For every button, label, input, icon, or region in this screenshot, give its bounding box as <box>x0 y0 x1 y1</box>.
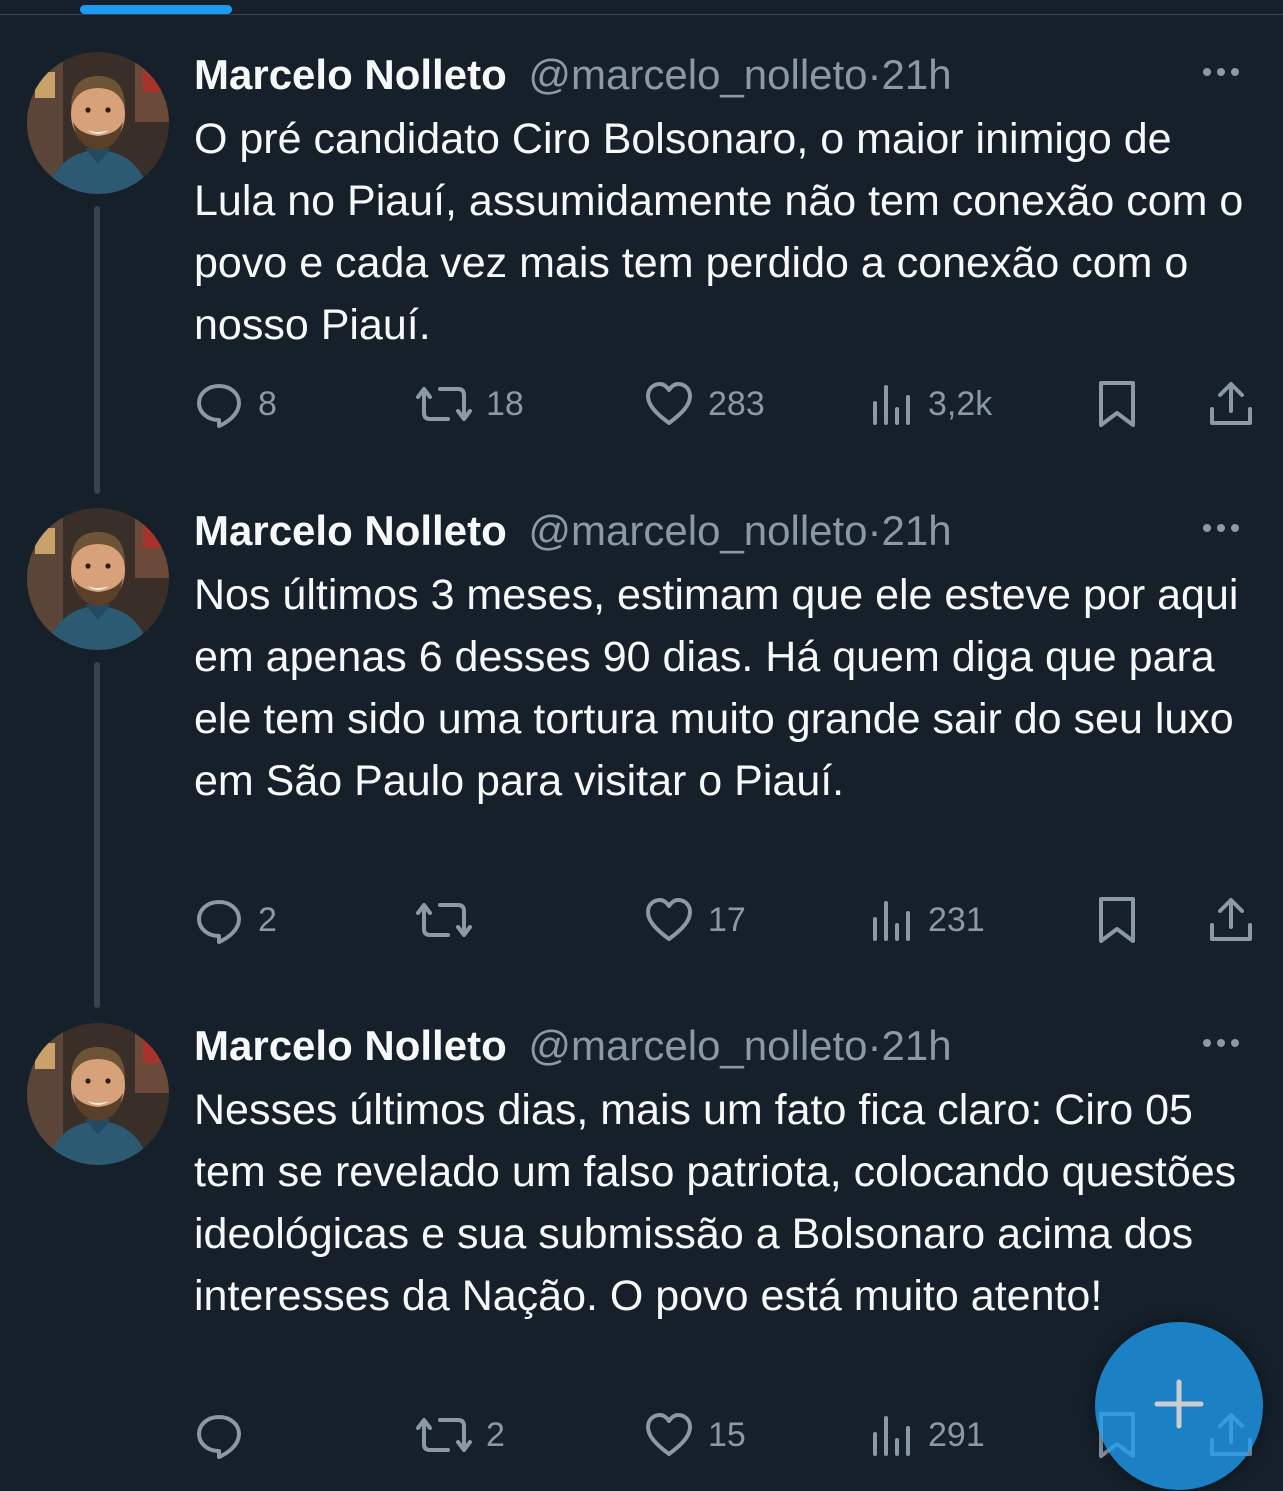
like-count: 17 <box>708 900 746 939</box>
retweet-arrows-icon <box>416 895 472 945</box>
author-name[interactable]: Marcelo Nolleto <box>194 507 507 554</box>
reply-button[interactable]: 2 <box>194 890 277 950</box>
bookmark-icon <box>1094 895 1140 945</box>
views-button[interactable]: 231 <box>870 890 985 950</box>
tweet-text: Nesses últimos dias, mais um fato fica c… <box>194 1086 1237 1320</box>
share-button[interactable] <box>1206 890 1256 950</box>
view-count: 3,2k <box>928 384 993 423</box>
more-dots-icon[interactable] <box>1197 504 1245 552</box>
author-handle[interactable]: @marcelo_nolleto <box>528 51 867 98</box>
retweet-button[interactable] <box>416 890 486 950</box>
speech-bubble-icon <box>194 895 244 945</box>
bar-chart-icon <box>870 895 914 945</box>
tweet-header: Marcelo Nolleto @marcelo_nolleto·21h <box>194 50 952 100</box>
like-button[interactable]: 283 <box>644 374 765 434</box>
like-button[interactable]: 15 <box>644 1405 746 1465</box>
plus-icon <box>1149 1374 1209 1439</box>
author-handle[interactable]: @marcelo_nolleto <box>528 507 867 554</box>
reply-button[interactable]: 8 <box>194 374 277 434</box>
avatar[interactable] <box>27 508 169 650</box>
bookmark-button[interactable] <box>1094 890 1140 950</box>
views-button[interactable]: 3,2k <box>870 374 992 434</box>
retweet-count: 2 <box>486 1415 505 1454</box>
more-dots-icon[interactable] <box>1197 1019 1245 1067</box>
share-upload-icon <box>1206 379 1256 429</box>
author-name[interactable]: Marcelo Nolleto <box>194 1022 507 1069</box>
view-count: 231 <box>928 900 985 939</box>
tab-active-indicator <box>80 5 232 14</box>
like-button[interactable]: 17 <box>644 890 746 950</box>
retweet-button[interactable]: 18 <box>416 374 524 434</box>
author-name[interactable]: Marcelo Nolleto <box>194 51 507 98</box>
tweet-text: Nos últimos 3 meses, estimam que ele est… <box>194 571 1239 805</box>
separator-dot: · <box>867 1022 882 1069</box>
heart-icon <box>644 1410 694 1460</box>
view-count: 291 <box>928 1415 985 1454</box>
share-button[interactable] <box>1206 374 1256 434</box>
tweet-text: O pré candidato Ciro Bolsonaro, o maior … <box>194 115 1244 349</box>
retweet-button[interactable]: 2 <box>416 1405 505 1465</box>
reply-count: 2 <box>258 900 277 939</box>
bar-chart-icon <box>870 1410 914 1460</box>
tweet-header: Marcelo Nolleto @marcelo_nolleto·21h <box>194 506 952 556</box>
separator-dot: · <box>867 507 882 554</box>
timestamp[interactable]: 21h <box>882 1022 952 1069</box>
retweet-arrows-icon <box>416 379 472 429</box>
compose-button[interactable] <box>1095 1322 1263 1490</box>
timestamp[interactable]: 21h <box>882 507 952 554</box>
tweet-actions: 2 17 231 <box>194 890 1264 950</box>
timestamp[interactable]: 21h <box>882 51 952 98</box>
more-dots-icon[interactable] <box>1197 48 1245 96</box>
thread-line <box>94 662 100 1008</box>
tweet-header: Marcelo Nolleto @marcelo_nolleto·21h <box>194 1021 952 1071</box>
tweet-actions: 8 18 283 3,2k <box>194 374 1264 434</box>
views-button[interactable]: 291 <box>870 1405 985 1465</box>
bar-chart-icon <box>870 379 914 429</box>
share-upload-icon <box>1206 895 1256 945</box>
bookmark-button[interactable] <box>1094 374 1140 434</box>
reply-count: 8 <box>258 384 277 423</box>
top-divider <box>0 14 1283 15</box>
avatar[interactable] <box>27 52 169 194</box>
reply-button[interactable] <box>194 1405 258 1465</box>
author-handle[interactable]: @marcelo_nolleto <box>528 1022 867 1069</box>
separator-dot: · <box>867 51 882 98</box>
like-count: 15 <box>708 1415 746 1454</box>
retweet-count: 18 <box>486 384 524 423</box>
heart-icon <box>644 379 694 429</box>
heart-icon <box>644 895 694 945</box>
like-count: 283 <box>708 384 765 423</box>
avatar[interactable] <box>27 1023 169 1165</box>
thread-line <box>94 206 100 494</box>
retweet-arrows-icon <box>416 1410 472 1460</box>
speech-bubble-icon <box>194 1410 244 1460</box>
bookmark-icon <box>1094 379 1140 429</box>
speech-bubble-icon <box>194 379 244 429</box>
